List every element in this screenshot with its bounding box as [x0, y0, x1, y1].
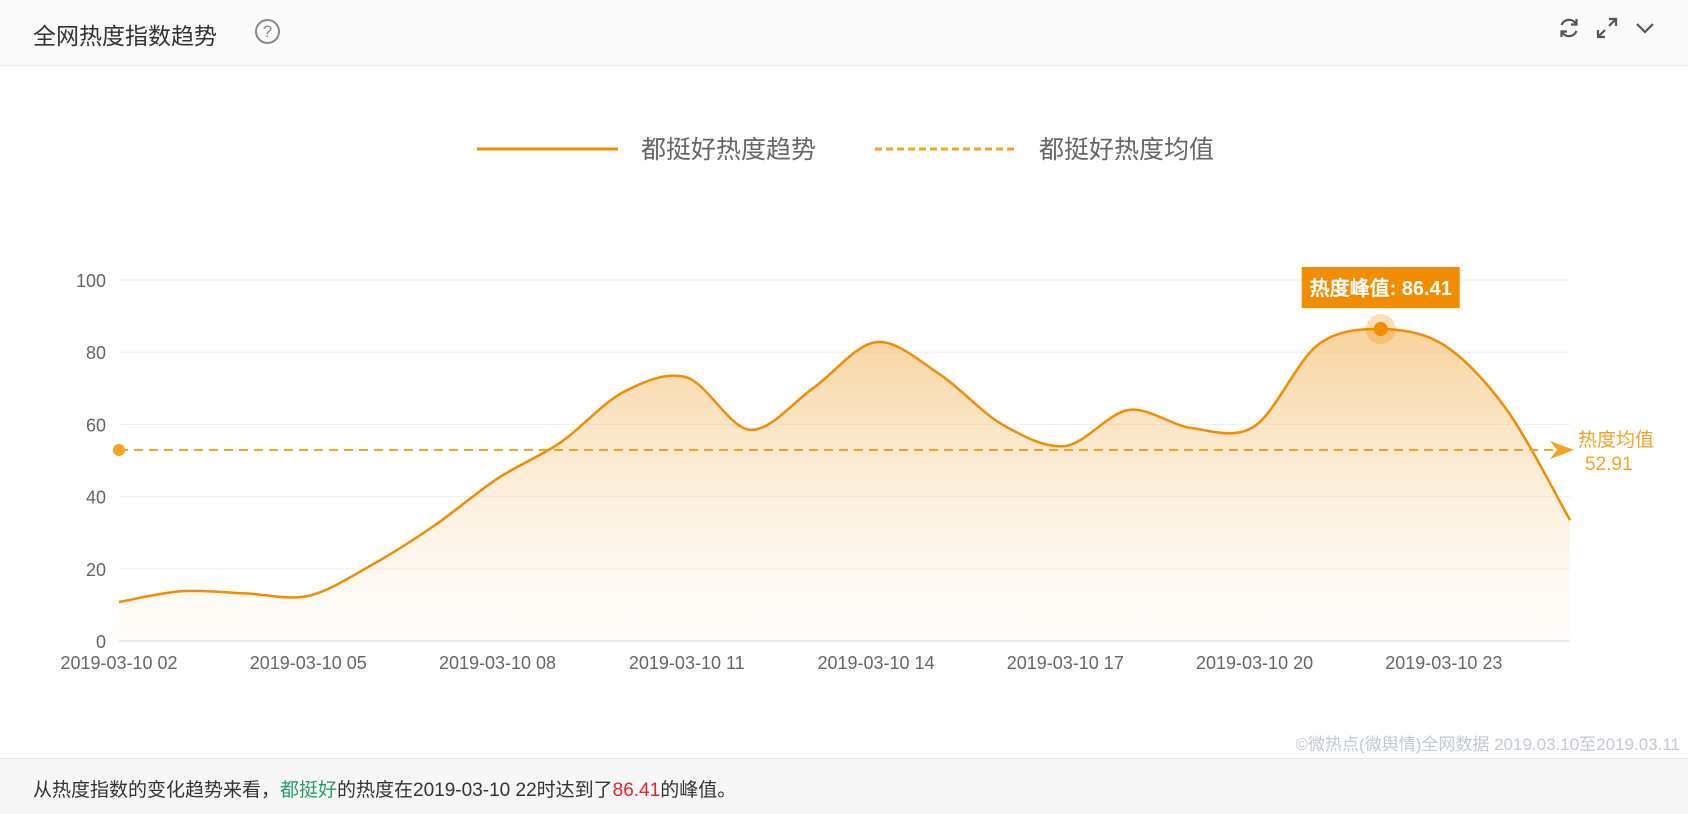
- refresh-icon[interactable]: [1556, 15, 1582, 41]
- data-point: [873, 339, 879, 345]
- data-point: [1062, 443, 1068, 449]
- data-point: [116, 599, 122, 605]
- x-tick-label: 2019-03-10 20: [1196, 653, 1313, 673]
- peak-tooltip-label: 热度峰值: 86.41: [1310, 276, 1452, 300]
- data-point: [242, 590, 248, 596]
- chevron-down-icon[interactable]: [1632, 15, 1658, 41]
- data-point: [179, 588, 185, 594]
- y-tick-label: 80: [86, 343, 106, 363]
- y-axis-ticks: 0 20 40 60 80 100: [76, 271, 106, 652]
- legend-label-trend[interactable]: 都挺好热度趋势: [641, 136, 816, 164]
- data-point: [621, 389, 627, 395]
- chart-area: 都挺好热度趋势 都挺好热度均值 0 20 40 60 80 100 2019-03-10 …: [0, 66, 1688, 756]
- data-point: [936, 371, 942, 377]
- mean-line-arrow: [1550, 440, 1574, 459]
- x-tick-label: 2019-03-10 08: [439, 653, 556, 673]
- x-tick-label: 2019-03-10 23: [1385, 653, 1502, 673]
- y-tick-label: 100: [76, 271, 106, 291]
- legend-label-mean[interactable]: 都挺好热度均值: [1039, 136, 1214, 164]
- data-point: [1188, 425, 1194, 431]
- mean-line-start-point: [113, 443, 125, 456]
- x-tick-label: 2019-03-10 11: [629, 653, 745, 673]
- copyright-note: ©微热点(微舆情)全网数据 2019.03.10至2019.03.11: [1295, 735, 1680, 754]
- trend-area-fill: [119, 329, 1570, 641]
- y-tick-label: 40: [86, 488, 106, 508]
- data-point: [558, 439, 564, 445]
- mean-value-label: 52.91: [1585, 454, 1633, 475]
- summary-prefix: 从热度指数的变化趋势来看，: [33, 780, 281, 801]
- panel-header: 全网热度指数趋势 ?: [0, 0, 1688, 66]
- chart-legend[interactable]: 都挺好热度趋势 都挺好热度均值: [477, 136, 1214, 164]
- x-axis-ticks: 2019-03-10 02 2019-03-10 05 2019-03-10 08 2…: [60, 653, 1502, 673]
- x-tick-label: 2019-03-10 17: [1007, 653, 1124, 673]
- data-point: [684, 374, 690, 380]
- summary-keyword: 都挺好: [280, 780, 338, 801]
- x-tick-label: 2019-03-10 05: [250, 653, 367, 673]
- summary-suffix: 的峰值。: [660, 780, 737, 801]
- data-point: [810, 385, 816, 391]
- data-point: [1441, 342, 1447, 348]
- data-point: [1567, 517, 1573, 523]
- summary-text: 从热度指数的变化趋势来看，都挺好的热度在2019-03-10 22时达到了86.…: [33, 775, 736, 802]
- summary-peak-value: 86.41: [612, 780, 661, 801]
- y-tick-label: 60: [86, 415, 106, 435]
- expand-icon[interactable]: [1594, 15, 1620, 41]
- y-tick-label: 0: [96, 632, 106, 652]
- summary-bar: 从热度指数的变化趋势来看，都挺好的热度在2019-03-10 22时达到了86.…: [0, 758, 1688, 814]
- question-circle-icon[interactable]: ?: [255, 19, 280, 44]
- peak-point[interactable]: [1373, 322, 1388, 337]
- y-tick-label: 20: [86, 560, 106, 580]
- summary-middle: 的热度在2019-03-10 22时达到了: [337, 780, 613, 801]
- data-point: [431, 522, 437, 528]
- data-point: [305, 593, 311, 599]
- data-point: [1315, 342, 1321, 348]
- data-point: [368, 562, 374, 568]
- x-tick-label: 2019-03-10 02: [60, 653, 177, 673]
- x-tick-label: 2019-03-10 14: [817, 653, 934, 673]
- mean-label: 热度均值: [1578, 429, 1654, 451]
- data-point: [747, 427, 753, 433]
- data-point: [495, 476, 501, 482]
- panel-title: 全网热度指数趋势: [33, 23, 217, 49]
- heat-trend-chart: 都挺好热度趋势 都挺好热度均值 0 20 40 60 80 100 2019-03-10 …: [60, 136, 1654, 673]
- data-point: [1504, 407, 1510, 413]
- peak-marker[interactable]: 热度峰值: 86.41: [1301, 267, 1460, 345]
- data-point: [1125, 407, 1131, 413]
- data-point: [1252, 423, 1258, 429]
- data-point: [999, 421, 1005, 427]
